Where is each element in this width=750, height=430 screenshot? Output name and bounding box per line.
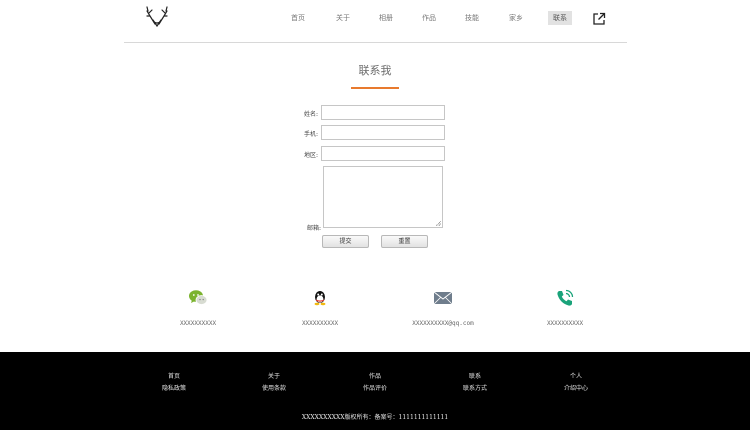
email-textarea[interactable]: [323, 166, 443, 228]
footer-link-works[interactable]: 作品: [335, 371, 415, 383]
header-divider: [124, 42, 627, 43]
footer-link-terms[interactable]: 使用条款: [234, 383, 314, 395]
phone-icon[interactable]: [554, 287, 576, 309]
phone-field[interactable]: [321, 125, 445, 140]
phone-label: 手机:: [303, 131, 318, 138]
nav-contact[interactable]: 联系: [548, 11, 572, 25]
region-field[interactable]: [321, 146, 445, 161]
nav-home[interactable]: 首页: [291, 11, 305, 25]
nav-hometown[interactable]: 家乡: [509, 11, 523, 25]
name-label: 姓名:: [303, 111, 318, 118]
footer-link-contact-methods[interactable]: 联系方式: [435, 383, 515, 395]
email-address: XXXXXXXXXX@qq.com: [412, 320, 474, 327]
page-title: 联系我: [358, 64, 392, 77]
footer-column-personal: 个人 介绍中心: [536, 371, 616, 395]
external-link-icon[interactable]: [592, 12, 606, 26]
footer-link-privacy[interactable]: 隐私政策: [134, 383, 214, 395]
footer-link-contact[interactable]: 联系: [435, 371, 515, 383]
wechat-icon[interactable]: [187, 287, 209, 309]
footer-link-about[interactable]: 关于: [234, 371, 314, 383]
footer-column-contact: 联系 联系方式: [435, 371, 515, 395]
contact-wechat: XXXXXXXXXX: [148, 287, 248, 327]
nav-works[interactable]: 作品: [422, 11, 436, 25]
footer-column-home: 首页 隐私政策: [134, 371, 214, 395]
nav-about[interactable]: 关于: [336, 11, 350, 25]
nav-album[interactable]: 相册: [379, 11, 393, 25]
footer-link-intro-center[interactable]: 介绍中心: [536, 383, 616, 395]
footer-link-reviews[interactable]: 作品评价: [335, 383, 415, 395]
nav-skills[interactable]: 技能: [465, 11, 479, 25]
submit-button[interactable]: 提交: [322, 235, 369, 248]
title-underline: [351, 87, 399, 89]
name-field[interactable]: [321, 105, 445, 120]
mail-icon[interactable]: [432, 287, 454, 309]
site-footer: 首页 隐私政策 关于 使用条款 作品 作品评价 联系 联系方式 个人 介绍中心 …: [0, 352, 750, 430]
site-header: 首页 关于 相册 作品 技能 家乡 联系: [0, 0, 750, 43]
email-label: 邮箱:: [306, 225, 321, 232]
footer-column-about: 关于 使用条款: [234, 371, 314, 395]
footer-link-personal[interactable]: 个人: [536, 371, 616, 383]
phone-number: XXXXXXXXXX: [546, 320, 584, 327]
copyright-text: XXXXXXXXXX版权所有：备案号：1111111111111: [301, 414, 449, 421]
footer-link-home[interactable]: 首页: [134, 371, 214, 383]
qq-number: XXXXXXXXXX: [301, 320, 339, 327]
qq-icon[interactable]: [309, 287, 331, 309]
region-label: 地区:: [303, 152, 318, 159]
resize-grip-icon[interactable]: [436, 221, 441, 226]
deer-antler-icon[interactable]: [144, 3, 170, 29]
reset-button[interactable]: 重置: [381, 235, 428, 248]
footer-column-works: 作品 作品评价: [335, 371, 415, 395]
contact-qq: XXXXXXXXXX: [270, 287, 370, 327]
contact-email: XXXXXXXXXX@qq.com: [393, 287, 493, 327]
wechat-id: XXXXXXXXXX: [179, 320, 217, 327]
contact-phone: XXXXXXXXXX: [515, 287, 615, 327]
